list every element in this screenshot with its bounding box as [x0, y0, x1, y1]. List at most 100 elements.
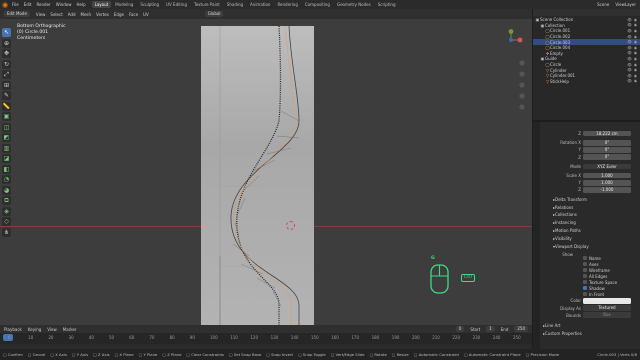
outliner-row[interactable]: ▽ StickHelp 👁 ◉	[533, 79, 640, 85]
tab-texture-paint[interactable]: Texture Paint	[191, 1, 223, 8]
display-as-dropdown[interactable]: Textured	[583, 305, 631, 311]
eye-icon[interactable]: 👁	[627, 63, 632, 67]
viewport-menu-vertex[interactable]: Vertex	[96, 12, 109, 17]
camera-icon[interactable]: ◉	[634, 18, 637, 22]
move-tool-icon[interactable]: ✥	[2, 49, 11, 58]
camera-icon[interactable]: ◉	[634, 68, 637, 72]
current-frame-field[interactable]: 0	[455, 326, 465, 332]
location-z-field[interactable]: 18.222 cm	[583, 130, 631, 137]
eye-icon[interactable]: 👁	[627, 68, 632, 72]
cursor-tool-icon[interactable]: ⊕	[2, 38, 11, 48]
tab-compositing[interactable]: Compositing	[302, 1, 333, 8]
checkbox[interactable]	[583, 256, 587, 261]
rotation-y-field[interactable]: 0°	[583, 147, 631, 153]
eye-icon[interactable]: 👁	[627, 29, 632, 33]
extrude-tool-icon[interactable]: ▣	[2, 112, 11, 121]
section-visibility[interactable]: ▸ Visibility	[543, 234, 640, 242]
color-swatch[interactable]	[583, 298, 631, 304]
start-frame-field[interactable]: 1	[486, 326, 495, 332]
checkbox[interactable]	[583, 280, 587, 285]
section-line-art[interactable]: ▸ Line Art	[543, 322, 640, 330]
visibility-toggles[interactable]: 👁 ◉	[627, 29, 637, 33]
eye-icon[interactable]: 👁	[627, 51, 632, 55]
visibility-toggles[interactable]: 👁 ◉	[627, 63, 637, 67]
viewport-menu-view[interactable]: View	[36, 12, 46, 17]
poly-build-tool-icon[interactable]: ◧	[2, 164, 11, 174]
properties-tab-strip[interactable]	[533, 122, 540, 360]
shrink-fatten-tool-icon[interactable]: ◈	[2, 206, 11, 216]
scale-x-field[interactable]: 1.000	[583, 172, 631, 179]
view-layer-selector[interactable]: ViewLayer	[615, 2, 636, 7]
viewport-menu-face[interactable]: Face	[129, 12, 138, 17]
viewport-menu-add[interactable]: Add	[68, 12, 76, 17]
viewport-menu-mesh[interactable]: Mesh	[81, 12, 92, 17]
viewport-menu-select[interactable]: Select	[50, 12, 62, 17]
spin-tool-icon[interactable]: ◔	[2, 175, 11, 184]
rotate-tool-icon[interactable]: ↻	[2, 59, 11, 69]
visibility-toggles[interactable]: 👁 ◉	[627, 74, 637, 78]
eye-icon[interactable]: 👁	[627, 18, 632, 22]
eye-icon[interactable]: 👁	[627, 46, 632, 50]
camera-icon[interactable]: ◉	[634, 23, 637, 27]
3d-viewport[interactable]: Bottom Orthographic (0) Circle.001 Centi…	[0, 19, 532, 325]
visibility-toggles[interactable]: 👁 ◉	[627, 35, 637, 39]
smooth-tool-icon[interactable]: ◕	[2, 185, 11, 195]
scene-selector[interactable]: Scene	[597, 2, 609, 7]
checkbox[interactable]	[583, 274, 587, 279]
tab-uv-editing[interactable]: UV Editing	[163, 1, 190, 8]
timeline-menu-marker[interactable]: Marker	[63, 327, 77, 332]
menu-file[interactable]: File	[12, 2, 19, 7]
visibility-toggles[interactable]: 👁 ◉	[627, 79, 637, 83]
camera-icon[interactable]: ◉	[634, 51, 637, 55]
tab-layout[interactable]: Layout	[91, 1, 112, 8]
camera-icon[interactable]: ◉	[634, 40, 637, 44]
camera-icon[interactable]: ◉	[634, 46, 637, 50]
camera-icon[interactable]: ◉	[634, 79, 637, 83]
viewport-menu-edge[interactable]: Edge	[114, 12, 124, 17]
tab-sculpting[interactable]: Sculpting	[137, 1, 162, 8]
rotation-mode-dropdown[interactable]: XYZ Euler	[583, 163, 631, 170]
section-collections[interactable]: ▸ Collections	[543, 211, 640, 219]
loop-cut-tool-icon[interactable]: ▥	[2, 143, 11, 153]
rip-tool-icon[interactable]: ⋔	[2, 227, 11, 237]
section-relations[interactable]: ▸ Relations	[543, 203, 640, 211]
transform-orientation[interactable]: Global	[204, 11, 224, 17]
visibility-toggles[interactable]: 👁 ◉	[627, 68, 637, 72]
timeline-menu-view[interactable]: View	[47, 327, 57, 332]
camera-icon[interactable]: ◉	[634, 35, 637, 39]
tab-rendering[interactable]: Rendering	[274, 1, 300, 8]
navigation-gizmo[interactable]	[495, 28, 529, 138]
eye-icon[interactable]: 👁	[627, 40, 632, 44]
tab-modeling[interactable]: Modeling	[112, 1, 136, 8]
checkbox[interactable]	[583, 292, 587, 297]
eye-icon[interactable]: 👁	[627, 79, 632, 83]
visibility-toggles[interactable]: 👁 ◉	[627, 40, 637, 44]
menu-render[interactable]: Render	[36, 2, 50, 7]
tab-shading[interactable]: Shading	[224, 1, 246, 8]
shear-tool-icon[interactable]: ◇	[2, 217, 11, 226]
end-frame-field[interactable]: 250	[514, 326, 528, 332]
visibility-toggles[interactable]: 👁 ◉	[627, 23, 637, 27]
tab-scripting[interactable]: Scripting	[375, 1, 399, 8]
camera-icon[interactable]: ◉	[634, 74, 637, 78]
scale-tool-icon[interactable]: ⤢	[2, 70, 11, 79]
tab-geometry-nodes[interactable]: Geometry Nodes	[334, 1, 374, 8]
checkbox[interactable]	[583, 262, 587, 267]
bounds-dropdown[interactable]: Box	[583, 312, 631, 319]
menu-edit[interactable]: Edit	[24, 2, 32, 7]
eye-icon[interactable]: 👁	[627, 74, 632, 78]
timeline-menu-playback[interactable]: Playback	[4, 327, 22, 332]
eye-icon[interactable]: 👁	[627, 23, 632, 27]
section-instancing[interactable]: ▸ Instancing	[543, 219, 640, 227]
section-motion-paths[interactable]: ▸ Motion Paths	[543, 227, 640, 235]
measure-tool-icon[interactable]: 📏	[2, 101, 11, 111]
visibility-toggles[interactable]: 👁 ◉	[627, 51, 637, 55]
viewport-menu-uv[interactable]: UV	[143, 12, 149, 17]
section-viewport-display[interactable]: ▾ Viewport Display	[543, 242, 640, 250]
rotation-x-field[interactable]: 0°	[583, 139, 631, 146]
inset-tool-icon[interactable]: ◫	[2, 122, 11, 132]
bevel-tool-icon[interactable]: ◩	[2, 133, 11, 142]
blender-logo-icon[interactable]: ◉	[2, 1, 10, 9]
visibility-toggles[interactable]: 👁 ◉	[627, 18, 637, 22]
rotation-z-field[interactable]: 0°	[583, 154, 631, 160]
